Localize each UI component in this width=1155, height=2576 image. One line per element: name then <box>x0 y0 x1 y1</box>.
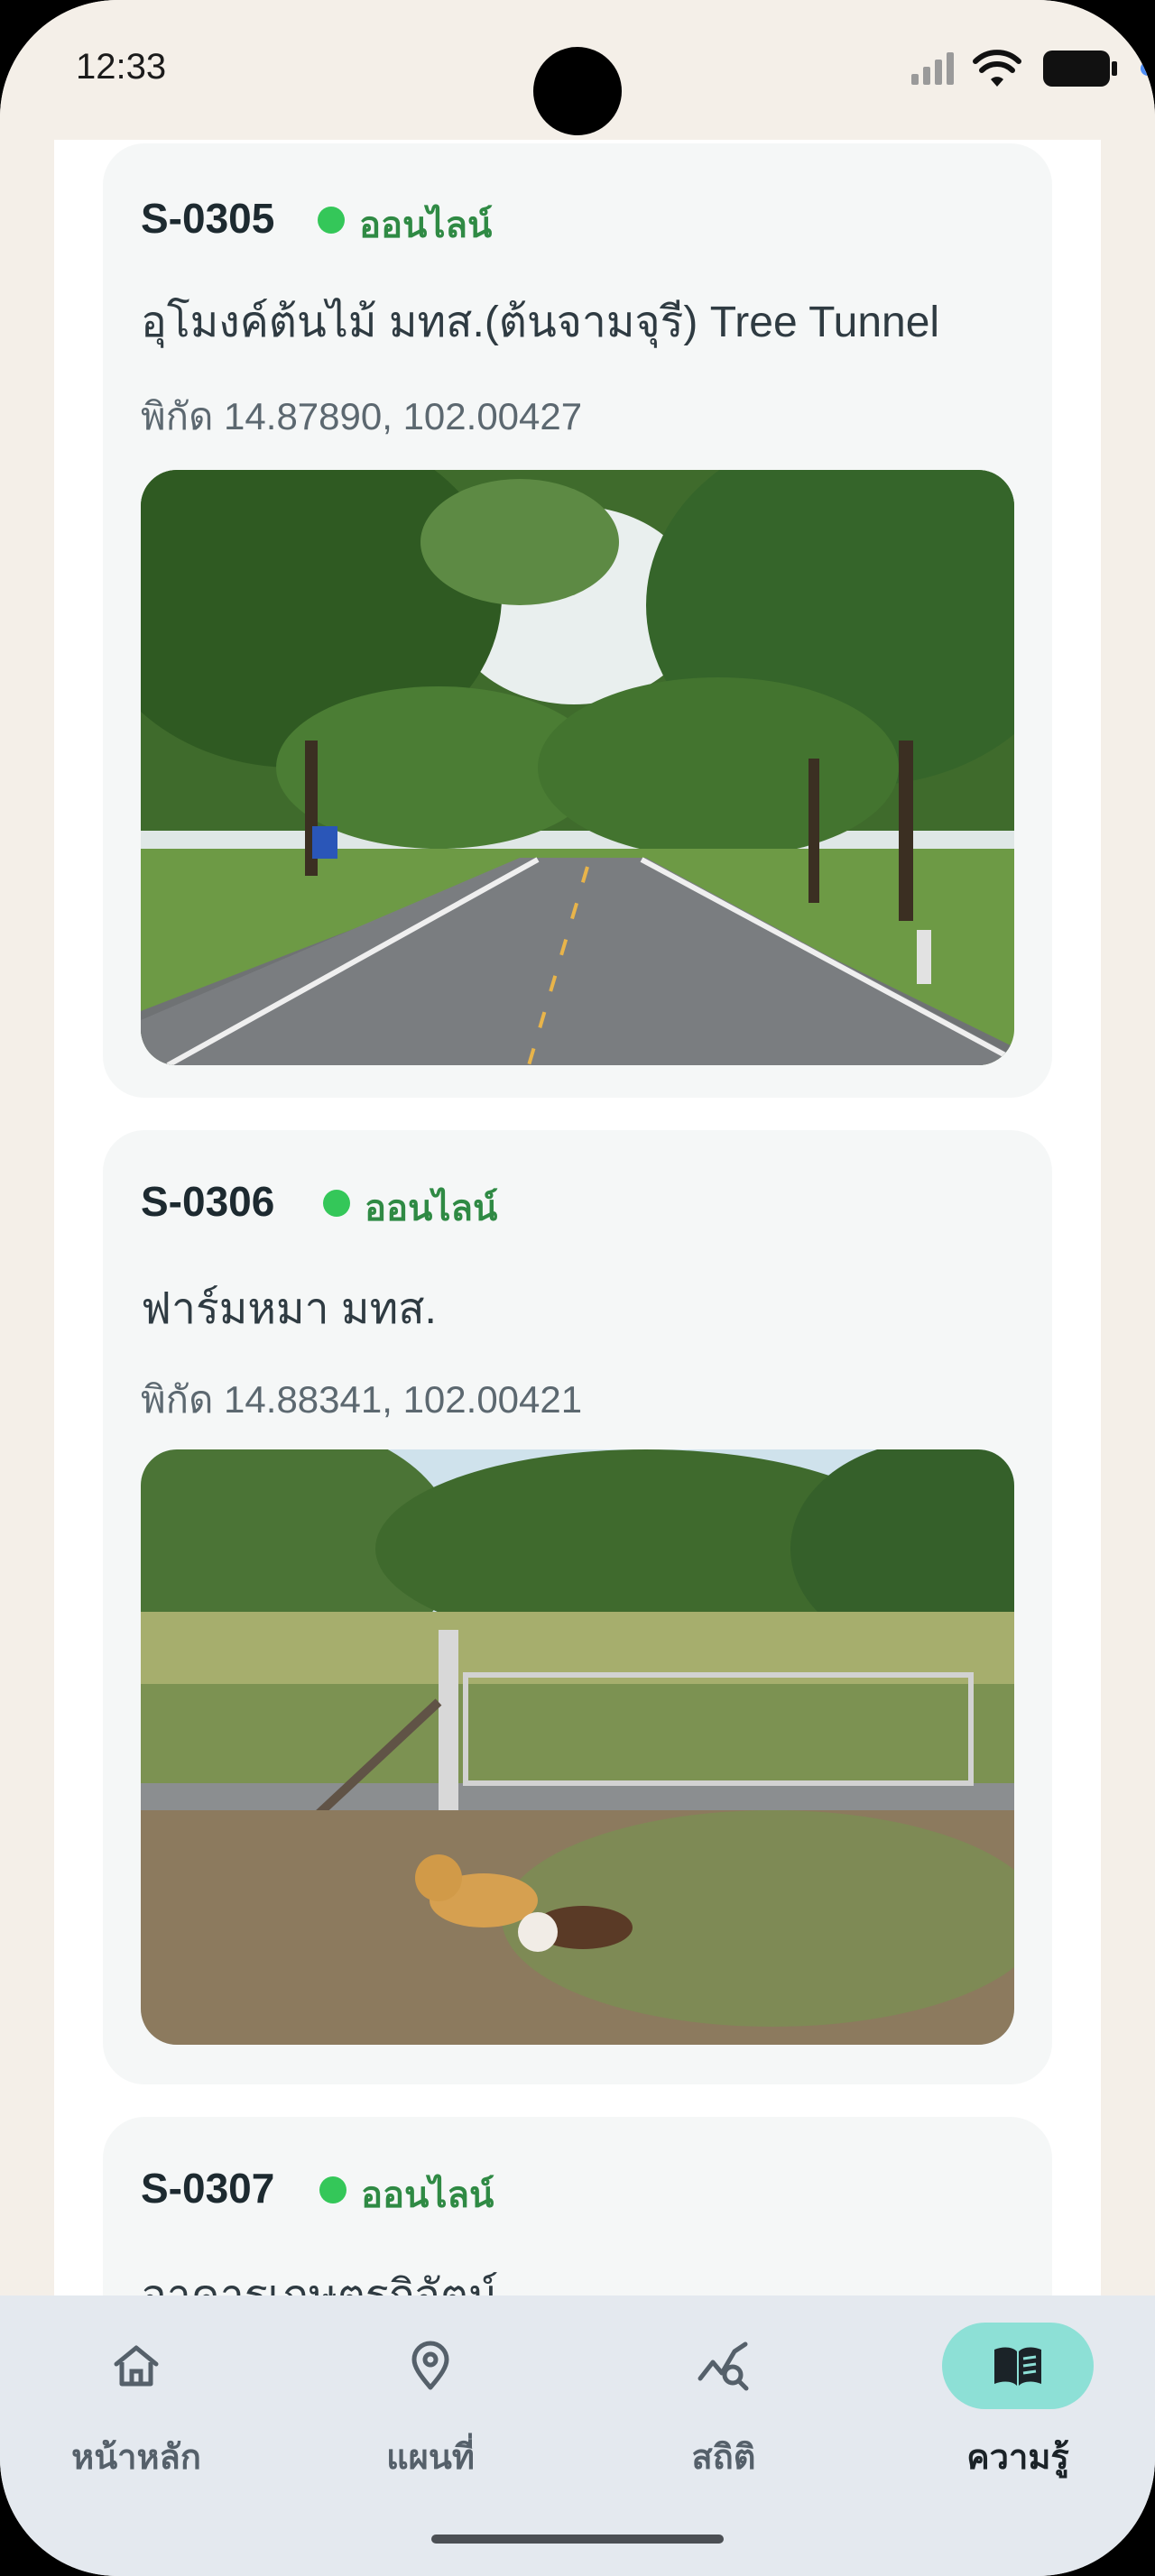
station-status: ออนไลน์ <box>359 206 493 245</box>
nav-label: ความรู้ <box>966 2439 1069 2477</box>
station-card[interactable]: S-0306 ออนไลน์ ฟาร์มหมา มทส. พิกัด 14.88… <box>103 1130 1052 2084</box>
station-name: ฟาร์มหมา มทส. <box>141 1285 437 1333</box>
station-coords: พิกัด 14.88341, 102.00421 <box>141 1378 583 1421</box>
notification-dot-icon <box>1141 61 1155 76</box>
nav-label: แผนที่ <box>386 2439 475 2477</box>
station-id: S-0307 <box>141 2165 275 2212</box>
status-time: 12:33 <box>76 47 167 87</box>
online-dot-icon <box>319 2176 346 2203</box>
nav-icon-container <box>942 2323 1094 2409</box>
nav-label: สถิติ <box>691 2439 756 2477</box>
station-status: ออนไลน์ <box>361 2176 494 2215</box>
station-name: อาคารเกษตรกิจัตน์ <box>141 2261 498 2295</box>
station-id: S-0306 <box>141 1178 275 1225</box>
nav-item-home[interactable]: หน้าหลัก <box>37 2323 236 2494</box>
map-pin-icon <box>411 2341 449 2390</box>
station-photo[interactable] <box>141 1449 1014 2045</box>
book-icon <box>994 2347 1041 2386</box>
dog-farm-photo <box>141 1449 1014 2045</box>
battery-icon <box>1043 51 1117 87</box>
home-icon <box>114 2345 159 2387</box>
nav-item-stats[interactable]: สถิติ <box>624 2323 823 2494</box>
nav-label: หน้าหลัก <box>71 2439 201 2477</box>
station-name: อุโมงค์ต้นไม้ มทส.(ต้นจามจุรี) Tree Tunn… <box>141 299 940 346</box>
nav-icon-container <box>648 2323 799 2409</box>
station-coords: พิกัด 14.87890, 102.00427 <box>141 395 583 437</box>
station-card[interactable]: S-0307 ออนไลน์ อาคารเกษตรกิจัตน์ <box>103 2117 1052 2295</box>
wifi-icon <box>973 50 1021 87</box>
station-id: S-0305 <box>141 195 275 242</box>
phone-screen: 12:33 S-0305 ออนไลน์ อุโมงค์ต้นไม้ มทส.(… <box>0 0 1155 2576</box>
home-indicator[interactable] <box>431 2535 724 2544</box>
station-photo[interactable] <box>141 470 1014 1065</box>
status-icons <box>884 49 1155 90</box>
nav-item-knowledge[interactable]: ความรู้ <box>919 2323 1117 2494</box>
online-dot-icon <box>323 1190 350 1217</box>
front-camera <box>533 47 622 135</box>
nav-item-map[interactable]: แผนที่ <box>331 2323 530 2494</box>
station-list[interactable]: S-0305 ออนไลน์ อุโมงค์ต้นไม้ มทส.(ต้นจาม… <box>54 140 1101 2295</box>
nav-icon-container <box>355 2323 506 2409</box>
station-card[interactable]: S-0305 ออนไลน์ อุโมงค์ต้นไม้ มทส.(ต้นจาม… <box>103 143 1052 1098</box>
nav-icon-container <box>60 2323 212 2409</box>
stats-icon <box>698 2341 749 2391</box>
signal-icon <box>911 52 954 85</box>
station-status: ออนไลน์ <box>365 1189 498 1228</box>
tree-tunnel-photo <box>141 470 1014 1065</box>
online-dot-icon <box>318 207 345 234</box>
status-bar: 12:33 <box>0 0 1155 140</box>
